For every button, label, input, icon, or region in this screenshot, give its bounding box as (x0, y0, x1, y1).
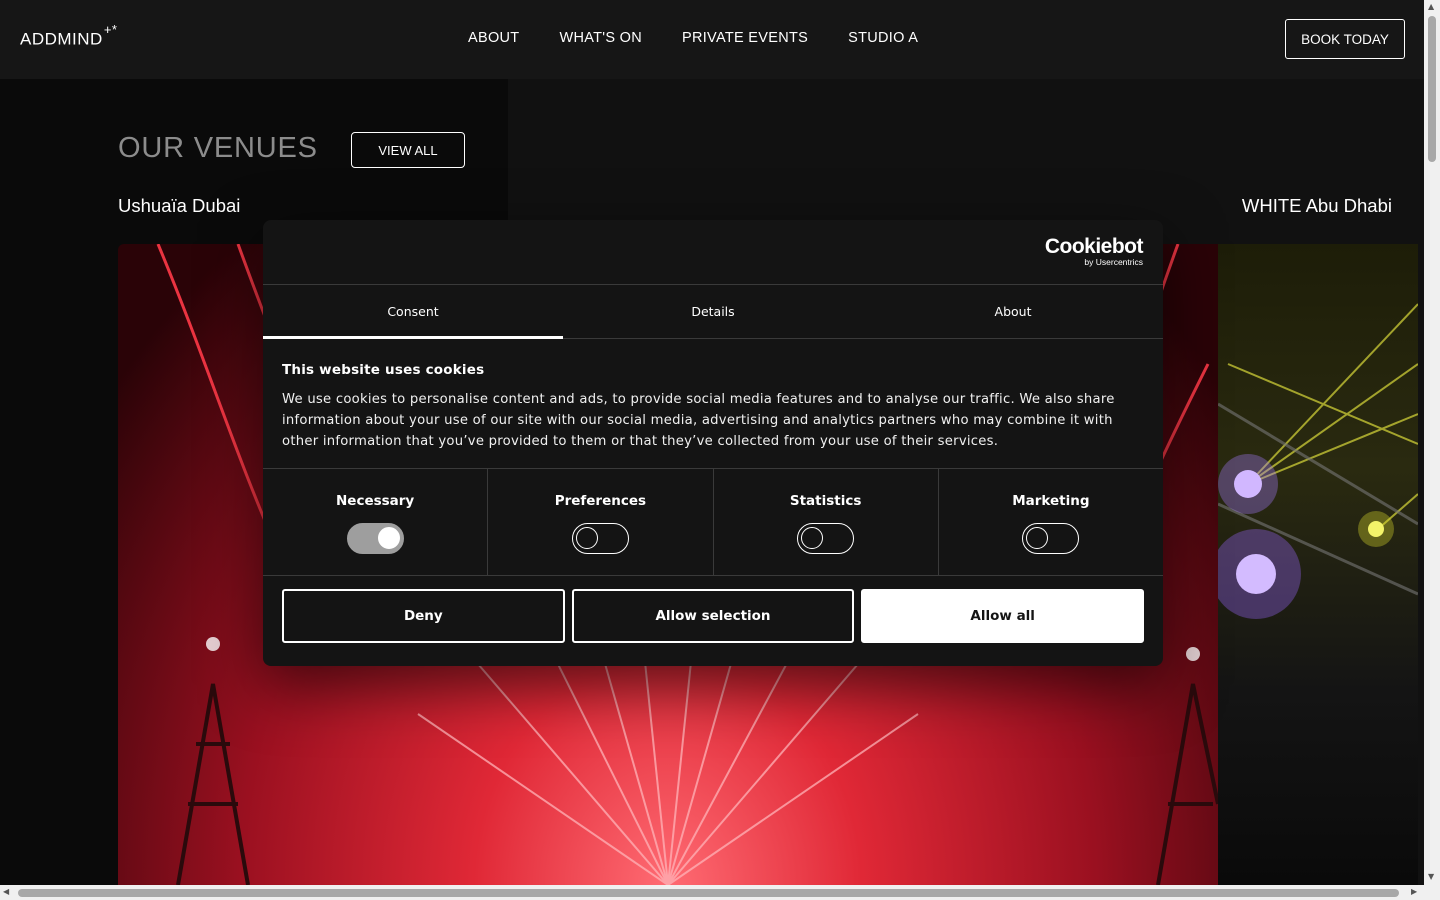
main-nav: ABOUT WHAT'S ON PRIVATE EVENTS STUDIO A (468, 30, 918, 46)
tab-consent[interactable]: Consent (263, 285, 563, 339)
logo-mark: +* (103, 22, 118, 37)
toggle-knob (801, 527, 824, 549)
horizontal-scroll-thumb[interactable] (18, 889, 1399, 897)
marketing-toggle[interactable] (1022, 523, 1080, 554)
cookie-tabs: Consent Details About (263, 285, 1163, 339)
category-marketing: Marketing (939, 469, 1163, 575)
venue-image-white-abu-dhabi[interactable] (1218, 244, 1418, 885)
category-label: Preferences (554, 493, 647, 509)
book-today-button[interactable]: BOOK TODAY (1285, 19, 1405, 59)
nav-whats-on[interactable]: WHAT'S ON (559, 30, 642, 46)
toggle-knob (1026, 527, 1049, 549)
venue-name-white-abu-dhabi[interactable]: WHITE Abu Dhabi (1242, 195, 1392, 217)
cookie-actions: Deny Allow selection Allow all (263, 576, 1163, 656)
category-label: Necessary (335, 493, 415, 509)
category-label: Marketing (1012, 493, 1090, 509)
allow-all-button[interactable]: Allow all (861, 589, 1145, 643)
scroll-down-arrow-icon[interactable]: ▼ (1428, 872, 1434, 881)
cookie-dialog-header: Cookiebot by Usercentrics (263, 220, 1163, 285)
view-all-button[interactable]: VIEW ALL (351, 132, 465, 168)
scroll-up-arrow-icon[interactable]: ▲ (1428, 2, 1434, 11)
nav-about[interactable]: ABOUT (468, 30, 519, 46)
statistics-toggle[interactable] (797, 523, 855, 554)
toggle-knob (377, 527, 400, 549)
tab-details[interactable]: Details (563, 285, 863, 338)
site-header: ADDMIND+* ABOUT WHAT'S ON PRIVATE EVENTS… (0, 0, 1424, 79)
allow-selection-button[interactable]: Allow selection (571, 589, 855, 643)
vertical-scroll-thumb[interactable] (1428, 16, 1436, 162)
venue-name-ushuaia-dubai[interactable]: Ushuaïa Dubai (118, 195, 240, 217)
category-necessary: Necessary (263, 469, 489, 575)
horizontal-scrollbar[interactable]: ◀ ▶ (0, 885, 1440, 900)
category-preferences: Preferences (488, 469, 714, 575)
cookie-description: This website uses cookies We use cookies… (263, 339, 1163, 469)
cookie-heading: This website uses cookies (282, 362, 485, 378)
addmind-logo[interactable]: ADDMIND+* (20, 22, 118, 50)
tab-about[interactable]: About (863, 285, 1163, 338)
cookie-categories: Necessary Preferences Statistics Marketi… (263, 469, 1163, 576)
section-title: OUR VENUES (118, 132, 318, 164)
vertical-scrollbar[interactable]: ▲ ▼ (1424, 0, 1440, 885)
stage-lights-illustration (1218, 303, 1418, 619)
necessary-toggle (346, 523, 404, 554)
category-statistics: Statistics (714, 469, 939, 575)
deny-button[interactable]: Deny (282, 589, 565, 643)
scroll-right-arrow-icon[interactable]: ▶ (1411, 887, 1417, 896)
cookie-consent-dialog: Cookiebot by Usercentrics Consent Detail… (263, 220, 1163, 666)
nav-private-events[interactable]: PRIVATE EVENTS (682, 30, 808, 46)
cookiebot-logo[interactable]: Cookiebot by Usercentrics (1045, 236, 1144, 267)
toggle-knob (575, 527, 598, 549)
preferences-toggle[interactable] (571, 523, 629, 554)
category-label: Statistics (789, 493, 862, 509)
nav-studio-a[interactable]: STUDIO A (848, 30, 918, 46)
cookie-body-text: We use cookies to personalise content an… (282, 392, 1115, 449)
scroll-left-arrow-icon[interactable]: ◀ (3, 887, 9, 896)
